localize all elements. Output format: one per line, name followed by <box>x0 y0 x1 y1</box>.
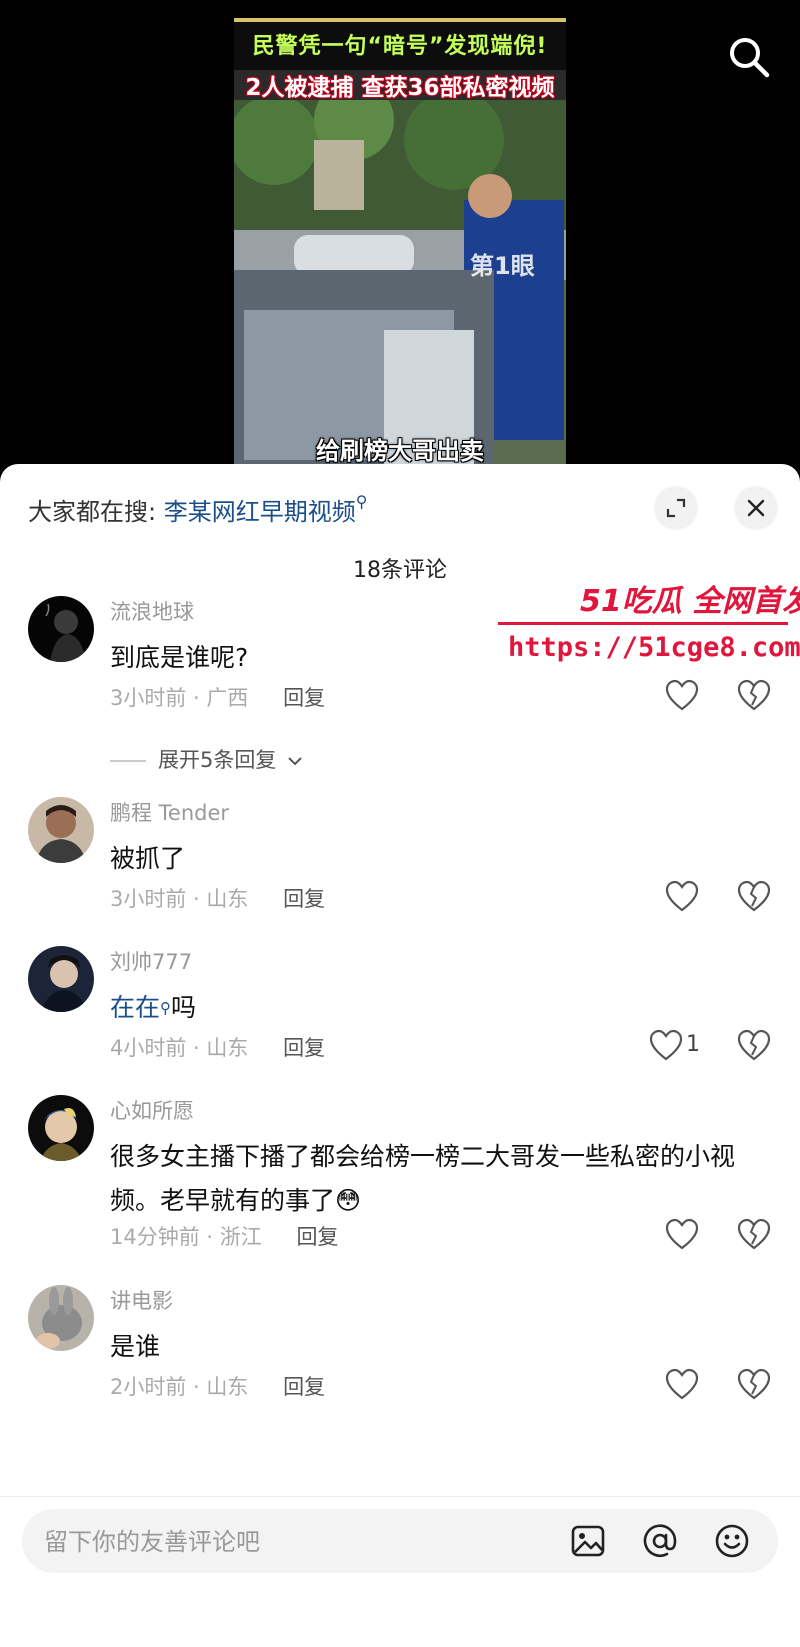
chevron-down-icon <box>288 757 302 766</box>
expand-replies-button[interactable]: 展开5条回复 <box>110 744 303 774</box>
like-button[interactable] <box>664 1217 700 1253</box>
comment-input-container[interactable] <box>22 1509 778 1575</box>
expand-icon <box>666 498 686 518</box>
comment-time: 4小时前 <box>110 1036 187 1060</box>
divider-line <box>110 760 146 762</box>
reply-button[interactable]: 回复 <box>283 1375 325 1399</box>
dislike-button[interactable] <box>736 879 772 915</box>
comment-time: 3小时前 <box>110 686 187 710</box>
dislike-button[interactable] <box>736 1217 772 1253</box>
comment-time: 14分钟前 <box>110 1225 200 1249</box>
comment-meta: 2小时前 · 山东 回复 <box>110 1375 326 1399</box>
broken-heart-icon <box>737 1368 771 1400</box>
like-button[interactable] <box>664 879 700 915</box>
comment-text-body: 很多女主播下播了都会给榜一榜二大哥发一些私密的小视频。老早就有的事了 <box>110 1142 736 1215</box>
like-button[interactable] <box>664 678 700 714</box>
search-small-icon: ⚲ <box>355 492 368 511</box>
close-sheet-button[interactable] <box>734 486 778 530</box>
dislike-button[interactable] <box>736 1367 772 1403</box>
comment-location: 山东 <box>206 887 249 911</box>
watermark-divider <box>498 622 788 625</box>
close-icon <box>747 499 765 517</box>
broken-heart-icon <box>737 880 771 912</box>
comment-meta: 4小时前 · 山东 回复 <box>110 1036 326 1060</box>
comment-composer-bar <box>0 1496 800 1647</box>
avatar[interactable] <box>28 797 94 863</box>
like-count: 1 <box>686 1032 700 1057</box>
comment-text: 被抓了 <box>110 844 186 873</box>
broken-heart-icon <box>737 1029 771 1061</box>
broken-heart-icon <box>737 679 771 711</box>
reply-button[interactable]: 回复 <box>283 686 325 710</box>
hot-search-link-text: 李某网红早期视频 <box>163 498 356 526</box>
heart-icon <box>665 880 699 912</box>
expand-sheet-button[interactable] <box>654 486 698 530</box>
comment-time: 3小时前 <box>110 887 187 911</box>
comment-input[interactable] <box>42 1509 546 1575</box>
comment-text: 很多女主播下播了都会给榜一榜二大哥发一些私密的小视频。老早就有的事了😳 <box>110 1135 770 1223</box>
hot-search-bar: 大家都在搜: 李某网红早期视频⚲ <box>28 492 367 527</box>
video-frame[interactable]: 民警凭一句“暗号”发现端倪! 2人被逮捕 查获36部私密视频 第1眼 给刷榜大哥… <box>234 18 566 470</box>
emoji-button[interactable] <box>714 1523 750 1559</box>
dislike-button[interactable] <box>736 1028 772 1064</box>
comment-meta: 14分钟前 · 浙江 回复 <box>110 1225 339 1249</box>
watermark-brand: 51吃瓜 全网首发 <box>580 584 800 619</box>
comment-location: 浙江 <box>219 1225 262 1249</box>
heart-icon <box>665 1368 699 1400</box>
avatar[interactable] <box>28 1285 94 1351</box>
comment-location: 山东 <box>206 1375 249 1399</box>
smiley-icon <box>715 1524 749 1558</box>
comment-text: 在在⚲吗 <box>110 986 770 1030</box>
image-button[interactable] <box>570 1523 606 1559</box>
hot-search-prefix: 大家都在搜: <box>28 498 157 526</box>
avatar[interactable] <box>28 596 94 662</box>
heart-icon <box>665 1218 699 1250</box>
comment-username[interactable]: 讲电影 <box>110 1285 173 1315</box>
search-icon <box>730 38 770 78</box>
heart-icon <box>665 679 699 711</box>
comment-text: 到底是谁呢? <box>110 643 249 672</box>
image-icon <box>571 1525 605 1557</box>
avatar[interactable] <box>28 1095 94 1161</box>
video-logo-text: 第1眼 <box>470 252 535 280</box>
comment-keyword-link[interactable]: 在在⚲ <box>110 993 171 1022</box>
heart-icon <box>649 1029 683 1061</box>
comment-username[interactable]: 鹏程 Tender <box>110 797 229 827</box>
dislike-button[interactable] <box>736 678 772 714</box>
comment-text: 是谁 <box>110 1332 161 1361</box>
reply-button[interactable]: 回复 <box>283 887 325 911</box>
comment-username[interactable]: 心如所愿 <box>110 1095 194 1125</box>
broken-heart-icon <box>737 1218 771 1250</box>
search-small-icon: ⚲ <box>160 999 172 1017</box>
search-button[interactable] <box>726 34 772 80</box>
comment-location: 山东 <box>206 1036 249 1060</box>
comment-location: 广西 <box>206 686 249 710</box>
like-button[interactable] <box>648 1028 684 1064</box>
expand-replies-label: 展开5条回复 <box>158 748 277 772</box>
hot-search-link[interactable]: 李某网红早期视频⚲ <box>163 492 368 526</box>
comment-keyword-text: 在在 <box>110 993 161 1022</box>
comment-meta: 3小时前 · 广西 回复 <box>110 686 326 710</box>
flushed-face-emoji: 😳 <box>335 1186 362 1215</box>
comment-time: 2小时前 <box>110 1375 187 1399</box>
video-title-line2: 2人被逮捕 查获36部私密视频 <box>245 75 555 101</box>
comment-sheet: 大家都在搜: 李某网红早期视频⚲ 18条评论 51吃瓜 全网首发 https:/… <box>0 464 800 1646</box>
comment-username[interactable]: 刘帅777 <box>110 946 192 976</box>
at-sign-icon <box>643 1524 677 1557</box>
reply-button[interactable]: 回复 <box>283 1036 325 1060</box>
reply-button[interactable]: 回复 <box>296 1225 338 1249</box>
video-player[interactable]: 民警凭一句“暗号”发现端倪! 2人被逮捕 查获36部私密视频 第1眼 给刷榜大哥… <box>0 0 800 470</box>
video-title-line1: 民警凭一句“暗号”发现端倪! <box>252 34 548 59</box>
avatar[interactable] <box>28 946 94 1012</box>
comment-meta: 3小时前 · 山东 回复 <box>110 887 326 911</box>
comment-username[interactable]: 流浪地球 <box>110 596 194 626</box>
like-button[interactable] <box>664 1367 700 1403</box>
comment-text-rest: 吗 <box>171 993 197 1022</box>
video-scene-image <box>234 100 566 470</box>
mention-button[interactable] <box>642 1523 678 1559</box>
video-subtitle: 给刷榜大哥出卖 <box>316 437 484 465</box>
